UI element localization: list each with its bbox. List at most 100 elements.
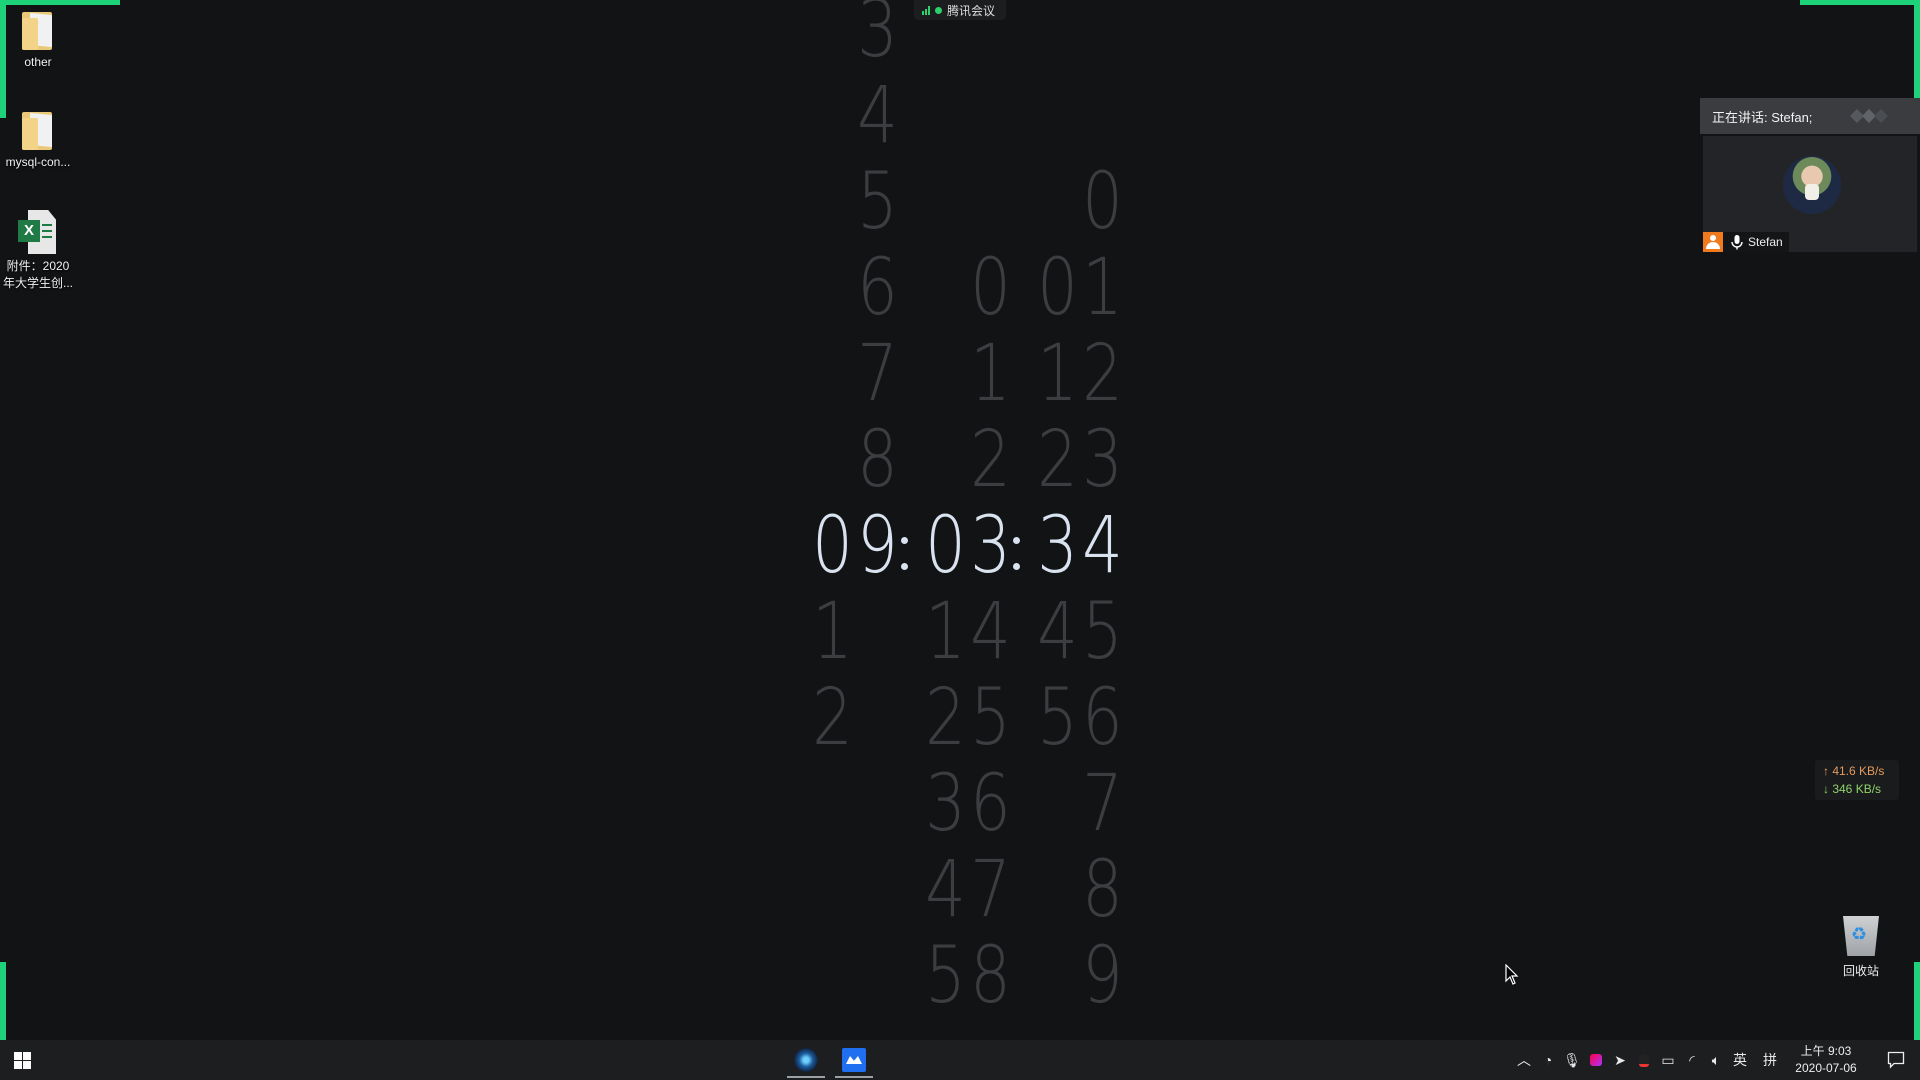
clock-column-hour-units: 3456789 — [853, 0, 899, 1040]
desktop-icon-label: 附件：2020 年大学生创... — [2, 259, 73, 290]
share-border-corner-tr-h — [1800, 0, 1920, 5]
download-speed: ↓ 346 KB/s — [1823, 782, 1882, 796]
clock-colon-2 — [1009, 503, 1023, 589]
ime-language-icon[interactable]: 英 — [1728, 1040, 1752, 1080]
globe-app-icon — [794, 1048, 818, 1072]
participant-video-tile[interactable]: Stefan — [1703, 136, 1917, 252]
notification-icon — [1887, 1051, 1905, 1069]
battery-icon[interactable]: ▭ — [1656, 1040, 1680, 1080]
clock-digit: 3 — [925, 759, 966, 849]
clock-digit: 2 — [812, 673, 853, 763]
taskbar: ︿ ◔ 🎙︎ ➤ ▭ ◜ 🔈︎ 英 拼 上午 9:03 2020-07-06 — [0, 1040, 1920, 1080]
clock-digit: 1 — [970, 329, 1011, 419]
clock-digit: 9 — [1082, 931, 1123, 1021]
qq-icon[interactable] — [1632, 1040, 1656, 1080]
clock-digit: 6 — [857, 243, 898, 333]
tencent-meeting-logo-icon — [1850, 109, 1888, 123]
folder-icon — [22, 110, 54, 150]
clock-digit: 0 — [1082, 157, 1123, 247]
taskbar-time: 上午 9:03 — [1800, 1044, 1852, 1058]
desktop-icon-label: mysql-con... — [5, 155, 71, 169]
clock-digit: 8 — [857, 415, 898, 505]
show-hidden-icon[interactable]: ︿ — [1512, 1040, 1536, 1080]
taskbar-app-tencent-meeting[interactable] — [833, 1040, 875, 1080]
clock-digit: 8 — [1082, 845, 1123, 935]
taskbar-app-globe[interactable] — [785, 1040, 827, 1080]
start-button[interactable] — [14, 1052, 31, 1069]
desktop-icon-excel-attachment[interactable]: X 附件：2020 年大学生创... — [0, 210, 76, 292]
clock-digit: 1 — [812, 587, 853, 677]
system-tray: ︿ ◔ 🎙︎ ➤ ▭ ◜ 🔈︎ 英 拼 — [1512, 1040, 1782, 1080]
clock-digit-active: 9 — [857, 501, 898, 591]
clock-digit: 5 — [970, 673, 1011, 763]
telegram-icon[interactable]: ➤ — [1608, 1040, 1632, 1080]
clock-column-second-units: 0123456789 — [1078, 0, 1124, 1040]
clock-digit-active: 3 — [970, 501, 1011, 591]
obs-icon[interactable]: ◔ — [1536, 1040, 1560, 1080]
clock-digit: 2 — [925, 673, 966, 763]
microphone-icon — [1731, 235, 1743, 250]
network-speed-widget: ↑ 41.6 KB/s ↓ 346 KB/s — [1815, 760, 1899, 800]
clock-digit: 1 — [925, 587, 966, 677]
clock-digit: 6 — [1082, 673, 1123, 763]
clock-digit-active: 0 — [812, 501, 853, 591]
clock-column-hour-tens: 012 — [808, 0, 854, 1040]
recycle-bin-label: 回收站 — [1842, 964, 1879, 978]
share-border-corner-tl-h — [0, 0, 120, 5]
desktop-icon-other[interactable]: other — [0, 10, 76, 71]
recycle-bin-icon — [1843, 916, 1879, 956]
clock-digit: 2 — [1037, 415, 1078, 505]
clock-digit: 1 — [1082, 243, 1123, 333]
desktop-icon-recycle-bin[interactable]: 回收站 — [1826, 916, 1896, 979]
clock-digit: 7 — [970, 845, 1011, 935]
clock-digit: 5 — [1037, 673, 1078, 763]
clock-digit: 3 — [1082, 415, 1123, 505]
clock-digit: 2 — [1082, 329, 1123, 419]
desktop-icon-mysql[interactable]: mysql-con... — [0, 110, 76, 171]
clock-digit: 8 — [970, 931, 1011, 1021]
taskbar-date: 2020-07-06 — [1795, 1061, 1857, 1075]
clock-digit: 0 — [1037, 243, 1078, 333]
speaker-header: 正在讲话: Stefan; — [1700, 98, 1920, 134]
clock-column-minute-tens: 012345 — [921, 0, 967, 1040]
clock-digit: 6 — [970, 759, 1011, 849]
volume-icon[interactable]: 🔈︎ — [1704, 1040, 1728, 1080]
tencent-meeting-icon — [842, 1048, 866, 1072]
clock-digit-active: 3 — [1037, 501, 1078, 591]
notification-center-button[interactable] — [1876, 1040, 1916, 1080]
active-speaker-panel[interactable]: 正在讲话: Stefan; Stefan — [1700, 98, 1920, 256]
clock-digit: 0 — [970, 243, 1011, 333]
microphone-icon[interactable]: 🎙︎ — [1560, 1040, 1584, 1080]
clock-digit: 5 — [857, 157, 898, 247]
clock-digit: 2 — [970, 415, 1011, 505]
clock-digit: 1 — [1037, 329, 1078, 419]
participant-name-tag: Stefan — [1703, 232, 1789, 252]
clock-digit: 5 — [925, 931, 966, 1021]
clock-digit: 3 — [857, 0, 898, 75]
clock-digit: 5 — [1082, 587, 1123, 677]
color-app-icon[interactable] — [1584, 1040, 1608, 1080]
clock-digit: 7 — [1082, 759, 1123, 849]
clock-digit-active: 0 — [925, 501, 966, 591]
clock-column-second-tens: 012345 — [1033, 0, 1079, 1040]
mouse-cursor-icon — [1505, 964, 1519, 985]
clock-digit: 4 — [970, 587, 1011, 677]
excel-file-icon: X — [18, 210, 58, 254]
taskbar-clock[interactable]: 上午 9:03 2020-07-06 — [1788, 1043, 1864, 1077]
folder-icon — [22, 10, 54, 50]
upload-speed: ↑ 41.6 KB/s — [1823, 764, 1885, 778]
clock-column-minute-units: 012345678 — [966, 0, 1012, 1040]
clock-digit: 4 — [857, 71, 898, 161]
wifi-icon[interactable]: ◜ — [1680, 1040, 1704, 1080]
participant-name: Stefan — [1748, 235, 1783, 249]
clock-digit: 7 — [857, 329, 898, 419]
clock-colon-1 — [897, 503, 911, 589]
clock-digit: 4 — [925, 845, 966, 935]
clock-digit: 4 — [1037, 587, 1078, 677]
participant-avatar — [1783, 156, 1841, 214]
desktop-icon-label: other — [24, 55, 52, 69]
ime-mode-icon[interactable]: 拼 — [1758, 1040, 1782, 1080]
speaking-label: 正在讲话: Stefan; — [1712, 109, 1813, 125]
person-icon — [1703, 232, 1723, 252]
clock-digit-active: 4 — [1082, 501, 1123, 591]
